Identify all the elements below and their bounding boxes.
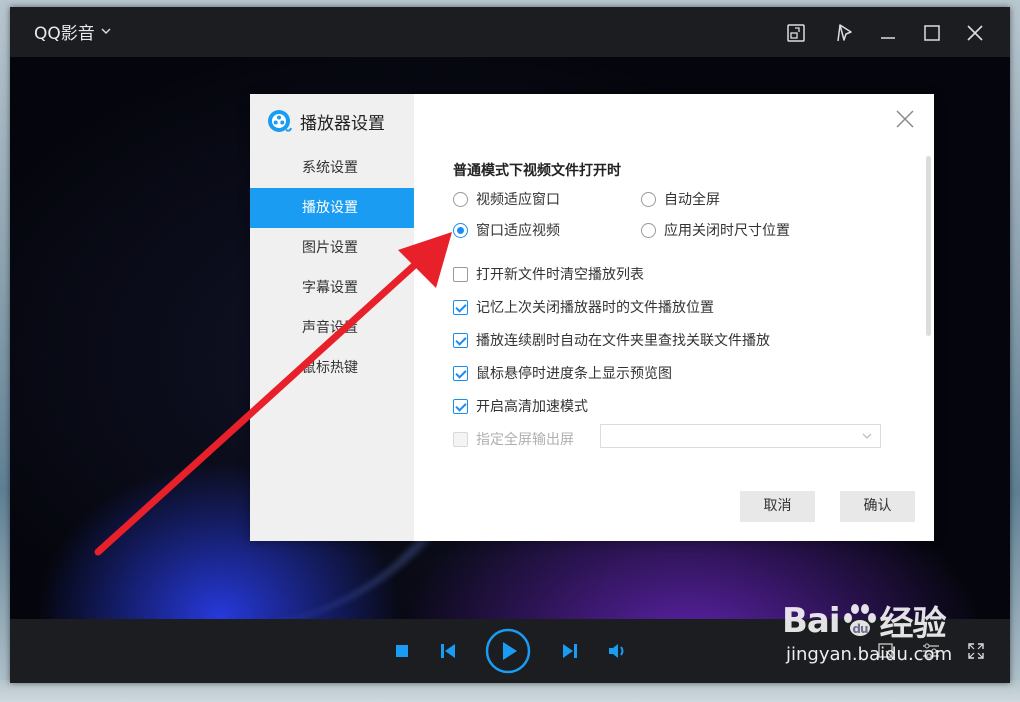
pin-button[interactable] (830, 19, 858, 47)
radio-fit-video-to-window[interactable]: 视频适应窗口 (453, 189, 560, 209)
checkbox-label: 记忆上次关闭播放器时的文件播放位置 (476, 300, 714, 316)
checkbox-label: 开启高清加速模式 (476, 399, 588, 415)
watermark-url: jingyan.baidu.com (786, 644, 953, 665)
checkbox-label: 指定全屏输出屏 (476, 432, 574, 448)
radio-label: 窗口适应视频 (476, 223, 560, 239)
nav-item-subtitle[interactable]: 字幕设置 (250, 268, 414, 308)
stop-button[interactable] (392, 641, 412, 661)
checkbox-fullscreen-output: 指定全屏输出屏 (453, 429, 574, 449)
close-window-button[interactable] (961, 19, 989, 47)
previous-button[interactable] (437, 640, 459, 662)
checkbox-clear-playlist[interactable]: 打开新文件时清空播放列表 (453, 264, 644, 284)
checkbox-label: 鼠标悬停时进度条上显示预览图 (476, 366, 672, 382)
dialog-title: 播放器设置 (300, 113, 385, 134)
mini-mode-icon (787, 24, 805, 42)
maximize-button[interactable] (918, 19, 946, 47)
radio-button-selected[interactable] (453, 222, 468, 238)
checkbox-label: 播放连续剧时自动在文件夹里查找关联文件播放 (476, 333, 770, 349)
nav-label: 鼠标热键 (302, 360, 358, 376)
radio-button[interactable] (641, 191, 656, 207)
watermark-brand-right: 经验 (879, 604, 947, 644)
app-menu-button[interactable]: QQ影音 (34, 19, 111, 44)
checkbox-remember-position[interactable]: 记忆上次关闭播放器时的文件播放位置 (453, 297, 714, 317)
maximize-icon (924, 25, 940, 41)
minimize-icon (881, 37, 895, 39)
stop-icon (396, 645, 408, 657)
checkbox-checked[interactable] (453, 299, 468, 315)
app-title: QQ影音 (34, 24, 95, 44)
dialog-header: 播放器设置 (266, 108, 385, 134)
title-bar: QQ影音 (10, 7, 1010, 57)
close-icon (967, 25, 983, 41)
radio-label: 应用关闭时尺寸位置 (664, 223, 790, 239)
scrollbar[interactable] (926, 156, 931, 336)
baidu-jingyan-watermark: Bai du 经验 jingyan.baidu.com (782, 596, 952, 666)
fullscreen-icon (968, 643, 984, 659)
nav-item-hotkeys[interactable]: 鼠标热键 (250, 348, 414, 388)
nav-label: 播放设置 (302, 200, 358, 216)
player-settings-dialog: 播放器设置 系统设置 播放设置 图片设置 字幕设置 声音设置 鼠标热键 普通模式… (250, 94, 934, 541)
radio-auto-fullscreen[interactable]: 自动全屏 (641, 189, 720, 209)
fullscreen-button[interactable] (965, 641, 987, 661)
chevron-down-icon (101, 25, 111, 38)
desktop-bottom-strip (0, 680, 1020, 702)
nav-label: 图片设置 (302, 240, 358, 256)
confirm-button[interactable]: 确认 (840, 491, 915, 522)
checkbox-checked[interactable] (453, 365, 468, 381)
nav-item-system[interactable]: 系统设置 (250, 148, 414, 188)
paw-icon: du (843, 603, 876, 636)
close-icon (896, 110, 914, 128)
minimize-button[interactable] (874, 19, 902, 47)
checkbox-label: 打开新文件时清空播放列表 (476, 267, 644, 283)
svg-text:du: du (852, 622, 868, 636)
nav-item-playback[interactable]: 播放设置 (250, 188, 414, 228)
fullscreen-output-select (600, 424, 881, 448)
pin-icon (837, 24, 852, 42)
nav-label: 系统设置 (302, 160, 358, 176)
checkbox[interactable] (453, 266, 468, 282)
chevron-down-icon (862, 433, 872, 439)
volume-icon (609, 644, 624, 658)
play-icon (485, 628, 531, 674)
nav-item-audio[interactable]: 声音设置 (250, 308, 414, 348)
previous-icon (441, 644, 455, 658)
section-title: 普通模式下视频文件打开时 (453, 163, 621, 179)
nav-label: 字幕设置 (302, 280, 358, 296)
radio-button[interactable] (453, 191, 468, 207)
qq-player-logo-icon (268, 110, 292, 132)
radio-button[interactable] (641, 222, 656, 238)
settings-sidebar: 播放器设置 系统设置 播放设置 图片设置 字幕设置 声音设置 鼠标热键 (250, 94, 414, 541)
next-button[interactable] (559, 640, 581, 662)
volume-button[interactable] (606, 640, 630, 662)
checkbox-hover-preview[interactable]: 鼠标悬停时进度条上显示预览图 (453, 363, 672, 383)
checkbox-checked[interactable] (453, 332, 468, 348)
cancel-button[interactable]: 取消 (740, 491, 815, 522)
checkbox-disabled (453, 431, 468, 447)
nav-label: 声音设置 (302, 320, 358, 336)
radio-label: 视频适应窗口 (476, 192, 560, 208)
radio-fit-window-to-video[interactable]: 窗口适应视频 (453, 220, 560, 240)
dialog-close-button[interactable] (894, 108, 916, 130)
nav-item-image[interactable]: 图片设置 (250, 228, 414, 268)
watermark-brand-left: Bai (782, 600, 841, 641)
mini-mode-button[interactable] (782, 19, 810, 47)
checkbox-hd-acceleration[interactable]: 开启高清加速模式 (453, 396, 588, 416)
radio-label: 自动全屏 (664, 192, 720, 208)
next-icon (563, 644, 577, 658)
watermark-logo: Bai du 经验 (782, 596, 947, 645)
checkbox-auto-find-series[interactable]: 播放连续剧时自动在文件夹里查找关联文件播放 (453, 330, 770, 350)
play-button[interactable] (485, 628, 531, 674)
checkbox-checked[interactable] (453, 398, 468, 414)
radio-use-last-size-position[interactable]: 应用关闭时尺寸位置 (641, 220, 790, 240)
